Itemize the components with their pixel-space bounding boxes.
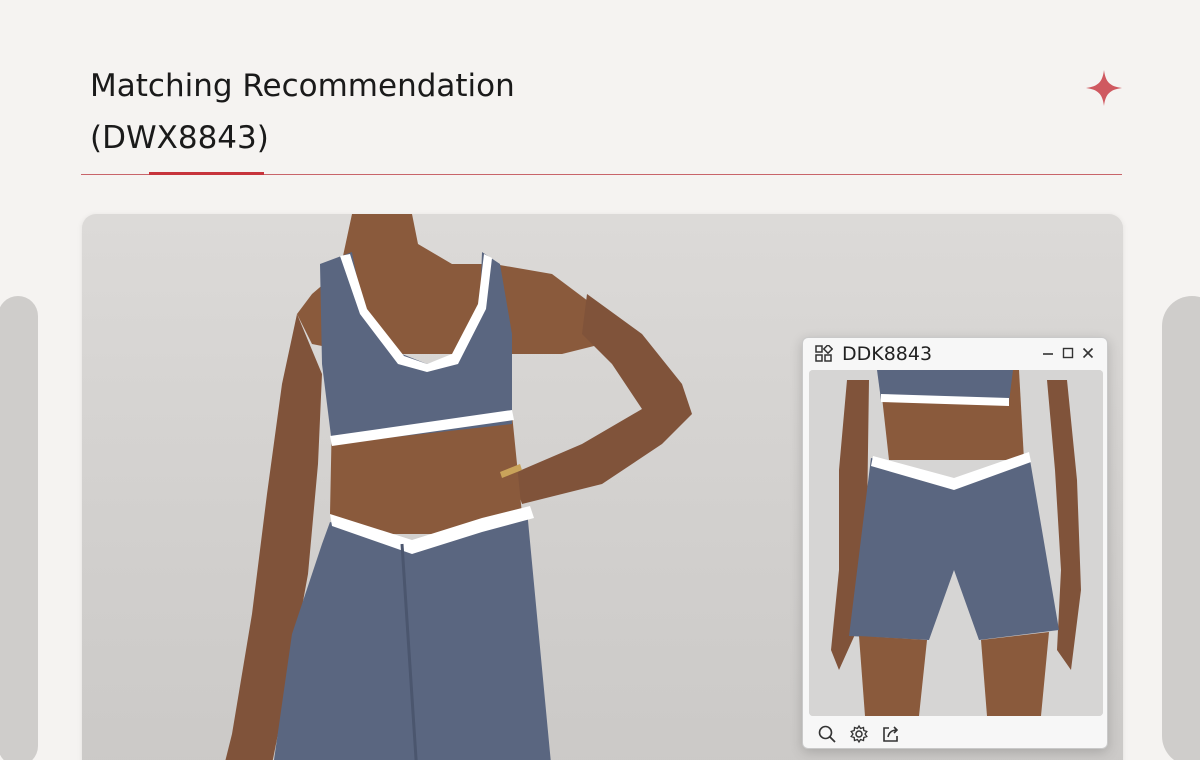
minimize-icon[interactable]	[1041, 344, 1055, 362]
window-titlebar[interactable]: DDK8843	[803, 338, 1107, 370]
preview-image	[809, 370, 1103, 716]
page-title: Matching Recommendation (DWX8843)	[90, 60, 515, 164]
close-icon[interactable]	[1081, 344, 1095, 362]
zoom-icon[interactable]	[817, 724, 837, 744]
divider-accent	[149, 172, 264, 175]
window-title: DDK8843	[842, 343, 933, 365]
title-line-2: (DWX8843)	[90, 120, 269, 156]
apps-icon	[815, 345, 833, 362]
preview-window[interactable]: DDK8843	[802, 337, 1108, 749]
maximize-icon[interactable]	[1061, 344, 1075, 362]
title-line-1: Matching Recommendation	[90, 68, 515, 104]
sparkle-icon	[1086, 70, 1122, 106]
share-icon[interactable]	[881, 724, 901, 744]
prev-card[interactable]	[0, 296, 38, 760]
gear-icon[interactable]	[849, 724, 869, 744]
next-card[interactable]	[1162, 296, 1200, 760]
